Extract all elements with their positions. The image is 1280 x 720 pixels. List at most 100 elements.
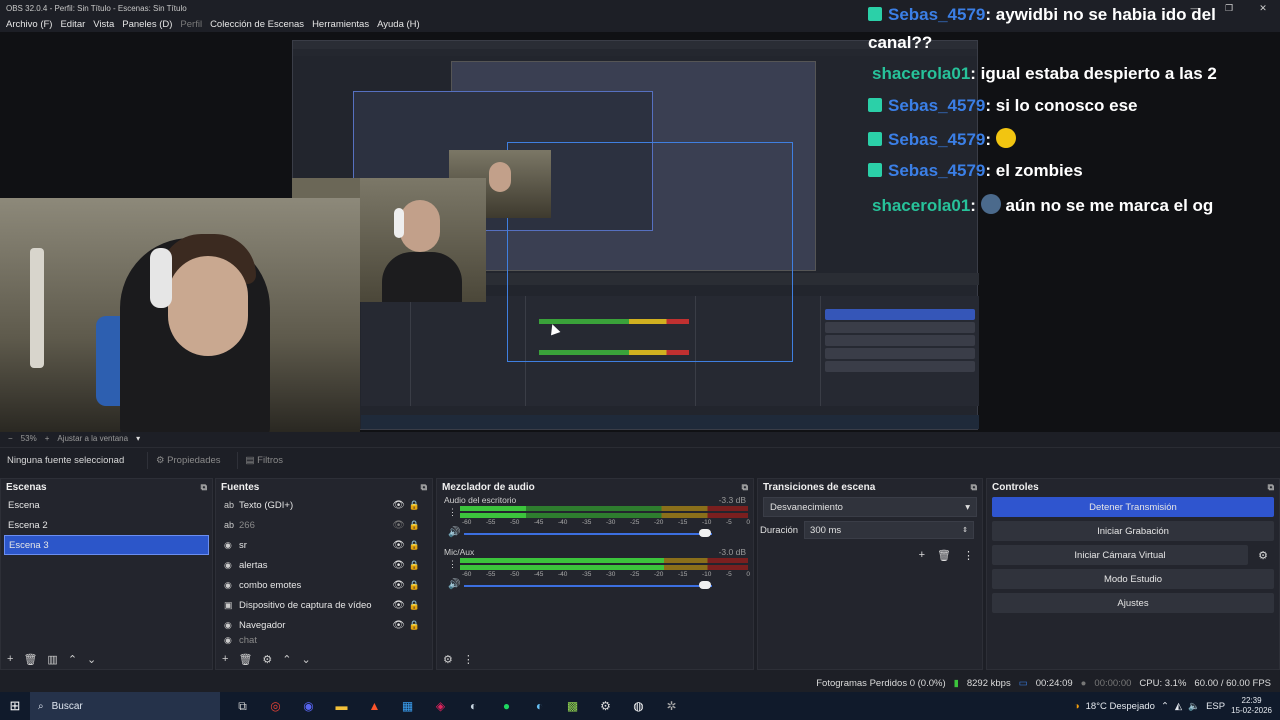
dock-undock-icon[interactable]: ⧉ xyxy=(201,482,207,493)
source-item[interactable]: ab 266 👁 🔒 xyxy=(216,515,432,535)
chevron-down-icon[interactable]: ▾ xyxy=(136,434,140,443)
menu-coleccion-escenas[interactable]: Colección de Escenas xyxy=(210,19,304,30)
trash-icon[interactable]: 🗑 xyxy=(937,549,951,562)
zoom-out-button[interactable]: − xyxy=(8,434,13,443)
move-down-icon[interactable]: ⌄ xyxy=(87,653,96,666)
settings-icon[interactable]: ⚙ xyxy=(589,692,622,720)
gear-icon[interactable]: ⚙ xyxy=(1252,545,1274,565)
clock[interactable]: 22:39 15-02-2026 xyxy=(1231,696,1272,716)
taskbar-search[interactable]: ⌕ Buscar xyxy=(30,692,220,720)
eye-icon[interactable]: 👁 xyxy=(392,500,405,511)
task-view-icon[interactable]: ⧉ xyxy=(226,692,259,720)
weather-text[interactable]: 18°C Despejado xyxy=(1086,701,1155,712)
start-recording-button[interactable]: Iniciar Grabación xyxy=(992,521,1274,541)
source-item[interactable]: ▣ Dispositivo de captura de vídeo 👁 🔒 xyxy=(216,595,432,615)
channel-menu-icon[interactable]: ⋮ xyxy=(448,559,457,570)
source-item[interactable]: ◉ Navegador 👁 🔒 xyxy=(216,615,432,635)
filters-icon[interactable]: ▥ xyxy=(47,653,57,666)
menu-paneles[interactable]: Paneles (D) xyxy=(122,19,172,30)
studio-mode-button[interactable]: Modo Estudio xyxy=(992,569,1274,589)
menu-vista[interactable]: Vista xyxy=(93,19,114,30)
file-explorer-icon[interactable]: ▬ xyxy=(325,692,358,720)
close-button[interactable]: ✕ xyxy=(1246,0,1280,16)
spotify-icon[interactable]: ● xyxy=(490,692,523,720)
volume-icon[interactable]: 🔈 xyxy=(1188,701,1200,712)
chevron-up-icon[interactable]: ⌃ xyxy=(1161,701,1169,712)
app-icon[interactable]: ✲ xyxy=(655,692,688,720)
scene-item[interactable]: Escena 2 xyxy=(4,515,209,535)
eye-icon[interactable]: 👁 xyxy=(392,540,405,551)
app-icon[interactable]: ◈ xyxy=(424,692,457,720)
menu-ayuda[interactable]: Ayuda (H) xyxy=(377,19,420,30)
speaker-icon[interactable]: 🔊 xyxy=(448,527,460,538)
mixer-settings-icon[interactable]: ⚙ xyxy=(443,653,453,666)
add-transition-icon[interactable]: + xyxy=(919,549,925,562)
eye-icon[interactable]: 👁 xyxy=(392,580,405,591)
steam-icon[interactable]: ◐ xyxy=(457,692,490,720)
speaker-icon[interactable]: 🔊 xyxy=(448,579,460,590)
trash-icon[interactable]: 🗑 xyxy=(23,653,37,666)
fader-knob[interactable] xyxy=(698,529,711,537)
lock-icon[interactable]: 🔒 xyxy=(409,540,420,551)
dock-undock-icon[interactable]: ⧉ xyxy=(742,482,748,493)
volume-fader[interactable] xyxy=(464,533,712,535)
more-options-icon[interactable]: ⋮ xyxy=(963,549,974,562)
source-item[interactable]: ◉ chat xyxy=(216,635,432,645)
lock-icon[interactable]: 🔒 xyxy=(409,620,420,631)
eye-icon[interactable]: 👁 xyxy=(392,620,405,631)
lock-icon[interactable]: 🔒 xyxy=(409,600,420,611)
scene-item[interactable]: Escena xyxy=(4,495,209,515)
dock-undock-icon[interactable]: ⧉ xyxy=(1268,482,1274,493)
filters-button[interactable]: ▤ Filtros xyxy=(236,452,292,469)
menu-editar[interactable]: Editar xyxy=(60,19,85,30)
add-source-icon[interactable]: + xyxy=(222,653,228,665)
brave-icon[interactable]: ▲ xyxy=(358,692,391,720)
properties-button[interactable]: ⚙ Propiedades xyxy=(147,452,229,469)
menu-herramientas[interactable]: Herramientas xyxy=(312,19,369,30)
zoom-in-button[interactable]: + xyxy=(45,434,50,443)
discord-icon[interactable]: ◉ xyxy=(292,692,325,720)
eye-hidden-icon[interactable]: 👁 xyxy=(392,520,405,531)
source-item[interactable]: ◉ sr 👁 🔒 xyxy=(216,535,432,555)
eye-icon[interactable]: 👁 xyxy=(392,560,405,571)
store-icon[interactable]: ▦ xyxy=(391,692,424,720)
preview-canvas[interactable] xyxy=(0,32,1280,432)
maximize-button[interactable]: ❐ xyxy=(1212,0,1246,16)
mixer-menu-icon[interactable]: ⋮ xyxy=(463,653,474,666)
dock-undock-icon[interactable]: ⧉ xyxy=(971,482,977,493)
duration-spinbox[interactable]: 300 ms ⇕ xyxy=(804,521,975,539)
lock-icon[interactable]: 🔒 xyxy=(409,500,420,511)
move-down-icon[interactable]: ⌄ xyxy=(302,653,311,666)
volume-fader[interactable] xyxy=(464,585,712,587)
network-icon[interactable]: ◭ xyxy=(1175,701,1182,712)
obs-icon[interactable]: ◍ xyxy=(622,692,655,720)
transition-select[interactable]: Desvanecimiento ▾ xyxy=(763,497,977,517)
dock-undock-icon[interactable]: ⧉ xyxy=(421,482,427,493)
steam-icon[interactable]: ◐ xyxy=(523,692,556,720)
language-indicator[interactable]: ESP xyxy=(1206,701,1225,712)
eye-icon[interactable]: 👁 xyxy=(392,600,405,611)
source-item[interactable]: ab Texto (GDI+) 👁 🔒 xyxy=(216,495,432,515)
stop-stream-button[interactable]: Detener Transmisión xyxy=(992,497,1274,517)
fader-knob[interactable] xyxy=(698,581,711,589)
menu-perfil[interactable]: Perfil xyxy=(180,19,202,30)
zoom-fit-button[interactable]: Ajustar a la ventana xyxy=(57,434,128,443)
channel-menu-icon[interactable]: ⋮ xyxy=(448,507,457,518)
scene-item-selected[interactable]: Escena 3 xyxy=(4,535,209,555)
settings-button[interactable]: Ajustes xyxy=(992,593,1274,613)
move-up-icon[interactable]: ⌃ xyxy=(68,653,77,666)
move-up-icon[interactable]: ⌃ xyxy=(282,653,291,666)
source-item[interactable]: ◉ alertas 👁 🔒 xyxy=(216,555,432,575)
source-item[interactable]: ◉ combo emotes 👁 🔒 xyxy=(216,575,432,595)
lock-icon[interactable]: 🔒 xyxy=(409,520,420,531)
chrome-icon[interactable]: ◎ xyxy=(259,692,292,720)
spin-arrows-icon[interactable]: ⇕ xyxy=(962,526,968,534)
lock-icon[interactable]: 🔒 xyxy=(409,560,420,571)
start-virtual-camera-button[interactable]: Iniciar Cámara Virtual xyxy=(992,545,1248,565)
menu-archivo[interactable]: Archivo (F) xyxy=(6,19,52,30)
trash-icon[interactable]: 🗑 xyxy=(238,653,252,666)
add-scene-icon[interactable]: + xyxy=(7,653,13,665)
windows-start-icon[interactable]: ⊞ xyxy=(0,692,30,720)
gear-icon[interactable]: ⚙ xyxy=(262,653,272,666)
game-app-icon[interactable]: ▩ xyxy=(556,692,589,720)
